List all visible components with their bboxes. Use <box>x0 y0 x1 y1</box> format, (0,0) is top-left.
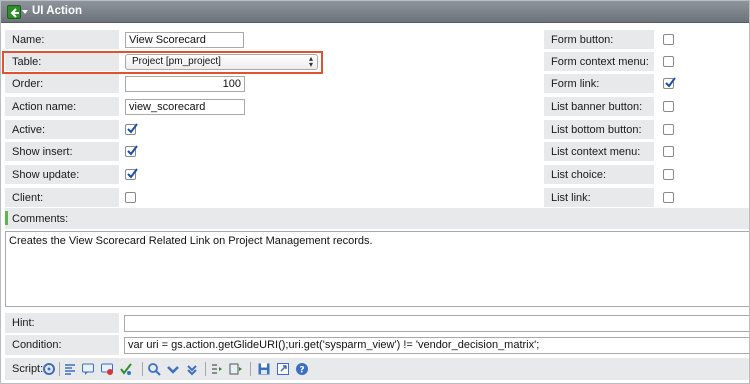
svg-text:?: ? <box>299 366 304 376</box>
form-button-checkbox[interactable] <box>663 34 674 45</box>
comments-header: Comments: <box>5 208 749 229</box>
order-field[interactable]: 100 <box>125 76 245 92</box>
condition-field[interactable]: var uri = gs.action.getGlideURI();uri.ge… <box>124 337 749 354</box>
comments-textarea[interactable]: Creates the View Scorecard Related Link … <box>5 231 749 307</box>
list-context-menu-checkbox[interactable] <box>663 146 674 157</box>
form-title: UI Action <box>32 5 83 17</box>
hint-field[interactable] <box>124 315 749 332</box>
row-order: Order: 100 Form link: <box>1 74 749 94</box>
script-label: Script: <box>12 363 44 375</box>
show-insert-checkbox[interactable] <box>125 145 138 157</box>
replace-all-icon[interactable] <box>185 362 199 376</box>
show-update-label: Show update: <box>12 169 80 181</box>
row-client: Client: List link: <box>1 188 749 208</box>
row-action-name: Action name: view_scorecard List banner … <box>1 97 749 117</box>
script-toolbar: Script: ? <box>5 358 749 380</box>
order-label: Order: <box>12 78 44 90</box>
row-show-insert: Show insert: List context menu: <box>1 142 749 162</box>
row-condition: Condition: var uri = gs.action.getGlideU… <box>1 335 749 356</box>
fullscreen-icon[interactable] <box>276 362 290 376</box>
show-insert-label: Show insert: <box>12 146 73 158</box>
list-choice-label: List choice: <box>551 169 607 181</box>
client-checkbox[interactable] <box>125 192 136 203</box>
insert-line-icon[interactable] <box>210 362 224 376</box>
row-active: Active: List bottom button: <box>1 120 749 140</box>
show-update-checkbox[interactable] <box>125 168 138 180</box>
active-label: Active: <box>12 124 46 136</box>
comment-icon[interactable] <box>81 362 95 376</box>
form-link-checkbox[interactable] <box>663 77 676 89</box>
table-highlight <box>2 51 323 74</box>
context-menu-icon[interactable] <box>22 10 28 14</box>
replace-icon[interactable] <box>166 362 180 376</box>
list-banner-button-checkbox[interactable] <box>663 101 674 112</box>
field-status-marker <box>5 211 8 225</box>
hint-label: Hint: <box>12 317 35 329</box>
check-syntax-icon[interactable] <box>119 362 133 376</box>
action-name-label: Action name: <box>12 101 77 113</box>
active-checkbox[interactable] <box>125 123 138 135</box>
form-context-menu-checkbox[interactable] <box>663 56 674 67</box>
form-context-menu-label: Form context menu: <box>551 56 649 68</box>
name-field[interactable]: View Scorecard <box>125 32 244 48</box>
toggle-syntax-icon[interactable] <box>42 362 56 376</box>
list-context-menu-label: List context menu: <box>551 146 641 158</box>
action-name-field[interactable]: view_scorecard <box>125 99 245 115</box>
client-label: Client: <box>12 192 44 204</box>
comments-label: Comments: <box>12 213 69 225</box>
form-link-label: Form link: <box>551 78 600 90</box>
condition-label: Condition: <box>12 339 62 351</box>
title-bar: UI Action <box>1 1 749 23</box>
ui-action-form: UI Action Name: View Scorecard Form butt… <box>0 0 750 384</box>
search-icon[interactable] <box>147 362 161 376</box>
row-show-update: Show update: List choice: <box>1 165 749 185</box>
back-icon[interactable] <box>7 5 21 19</box>
list-choice-checkbox[interactable] <box>663 169 674 180</box>
list-bottom-button-label: List bottom button: <box>551 124 642 136</box>
help-icon[interactable]: ? <box>295 362 309 376</box>
uncomment-icon[interactable] <box>100 362 114 376</box>
format-icon[interactable] <box>63 362 77 376</box>
row-hint: Hint: <box>1 313 749 334</box>
name-label: Name: <box>12 34 45 46</box>
list-link-checkbox[interactable] <box>663 192 674 203</box>
row-name: Name: View Scorecard Form button: <box>1 30 749 50</box>
list-banner-button-label: List banner button: <box>551 101 643 113</box>
list-link-label: List link: <box>551 192 591 204</box>
insert-block-icon[interactable] <box>229 362 243 376</box>
form-button-label: Form button: <box>551 34 614 46</box>
list-bottom-button-checkbox[interactable] <box>663 124 674 135</box>
save-icon[interactable] <box>257 362 271 376</box>
